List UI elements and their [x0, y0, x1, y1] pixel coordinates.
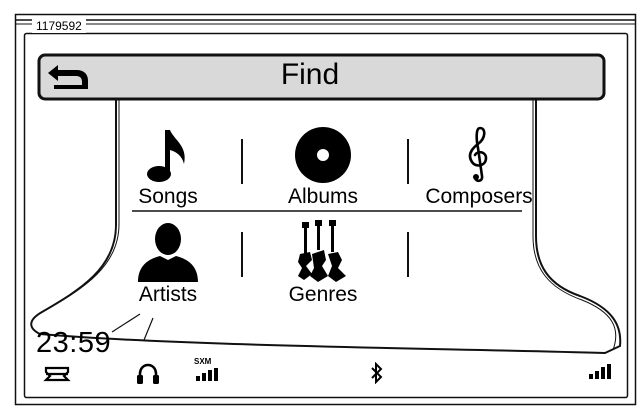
menu-item-genres[interactable]: Genres	[268, 220, 378, 308]
cell-signal-icon	[589, 364, 611, 379]
menu-item-label: Genres	[288, 283, 358, 306]
menu-item-label: Songs	[138, 185, 198, 208]
page-title: Find	[280, 58, 340, 91]
music-note-icon	[147, 130, 185, 182]
menu-item-songs[interactable]: Songs	[122, 124, 214, 210]
menu-item-label: Artists	[138, 283, 198, 306]
person-silhouette-icon	[138, 223, 198, 282]
treble-clef-icon	[468, 126, 488, 183]
menu-item-label: Composers	[425, 185, 533, 208]
menu-item-artists[interactable]: Artists	[122, 220, 214, 308]
column-divider	[407, 139, 409, 184]
menu-item-albums[interactable]: Albums	[268, 124, 378, 210]
bluetooth-icon[interactable]	[370, 362, 384, 384]
harley-logo-icon	[43, 366, 71, 382]
guitars-icon	[298, 220, 346, 282]
back-arrow-icon	[48, 65, 88, 89]
sxm-signal-indicator: SXM	[194, 357, 224, 383]
back-button[interactable]	[44, 61, 96, 91]
clock-time: 23:59	[36, 327, 112, 359]
screen-figure: 1179592 Find Songs Albums Composers Arti…	[0, 0, 641, 411]
sxm-label: SXM	[194, 357, 212, 366]
disc-icon	[295, 127, 351, 183]
column-divider	[407, 232, 409, 277]
menu-item-label: Albums	[287, 185, 359, 208]
column-divider	[241, 232, 243, 277]
column-divider	[241, 139, 243, 184]
sxm-signal-icon	[196, 368, 218, 381]
figure-reference-number: 1179592	[32, 19, 86, 33]
menu-item-composers[interactable]: Composers	[414, 124, 544, 210]
headphones-icon[interactable]	[136, 363, 160, 385]
